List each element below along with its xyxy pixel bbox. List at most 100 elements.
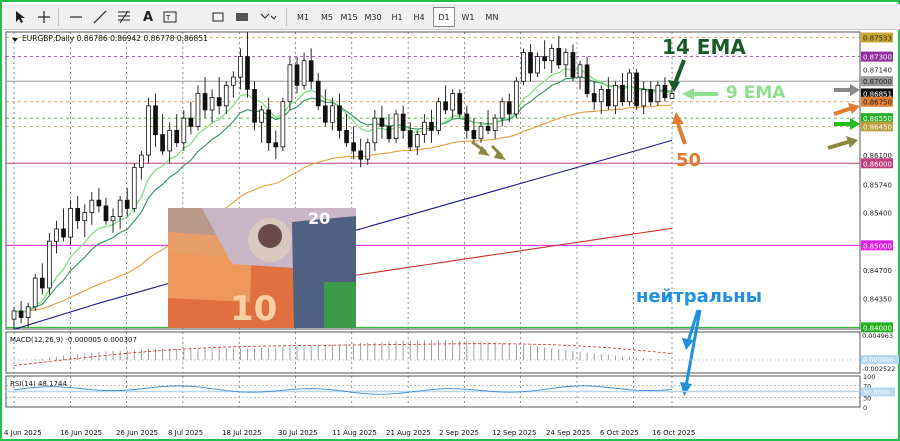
candle-body bbox=[598, 89, 604, 103]
candle-body bbox=[542, 56, 547, 62]
candle-body bbox=[669, 93, 675, 99]
rsi-axis-label: 30 bbox=[863, 395, 871, 403]
candle-body bbox=[96, 199, 102, 207]
candle-body bbox=[146, 105, 151, 156]
candle-body bbox=[634, 72, 639, 107]
date-label: 8 Jul 2025 bbox=[168, 429, 203, 437]
candle-body bbox=[131, 166, 137, 209]
candle-body bbox=[344, 130, 349, 144]
candle-body bbox=[54, 228, 59, 242]
chart-window: A T M1 M5 M15 M30 H1 H4 D1 W1 MN 10 20 EURGBP,Dail… bbox=[0, 0, 900, 441]
candle-body bbox=[528, 52, 533, 74]
price-label: 0.84700 bbox=[863, 267, 892, 275]
candle-body bbox=[620, 84, 625, 103]
candle-body bbox=[605, 89, 611, 107]
macd-axis-label: 0.004963 bbox=[862, 332, 893, 340]
candle-body bbox=[365, 142, 371, 160]
candle-body bbox=[230, 76, 236, 86]
candle-body bbox=[613, 84, 618, 107]
date-label: 26 Jun 2025 bbox=[116, 429, 158, 437]
candle-body bbox=[280, 101, 286, 148]
candle-body bbox=[273, 142, 279, 148]
candle-body bbox=[450, 93, 456, 111]
date-label: 6 Oct 2025 bbox=[600, 429, 639, 437]
candle-body bbox=[577, 64, 583, 78]
candle-body bbox=[358, 150, 364, 160]
candle-body bbox=[584, 64, 590, 94]
candle-body bbox=[117, 199, 123, 217]
macd-axis-label: 0.000000 bbox=[863, 356, 894, 364]
candle-body bbox=[294, 64, 300, 86]
candle-body bbox=[216, 97, 222, 107]
candle-body bbox=[372, 117, 378, 144]
candle-body bbox=[301, 60, 307, 86]
candle-body bbox=[549, 48, 555, 62]
candle-body bbox=[627, 72, 632, 103]
candle-body bbox=[393, 113, 399, 140]
candle-body bbox=[39, 277, 45, 289]
candle-body bbox=[429, 121, 434, 131]
candle-body bbox=[464, 113, 470, 131]
candle-body bbox=[556, 48, 562, 66]
candle-body bbox=[648, 89, 654, 103]
candle-body bbox=[238, 56, 243, 78]
candle-body bbox=[407, 130, 413, 148]
candle-body bbox=[315, 80, 321, 107]
date-label: 18 Jul 2025 bbox=[222, 429, 262, 437]
candle-body bbox=[492, 117, 498, 131]
candle-body bbox=[308, 60, 314, 82]
date-label: 12 Sep 2025 bbox=[492, 429, 536, 437]
candle-body bbox=[337, 105, 342, 131]
macd-axis-label: -0.002522 bbox=[862, 365, 895, 373]
euro-banknote bbox=[324, 282, 356, 328]
price-label: 0.84350 bbox=[863, 296, 892, 304]
candle-body bbox=[124, 199, 130, 209]
candle-body bbox=[89, 199, 95, 213]
candle-body bbox=[18, 310, 24, 318]
macd-label: MACD(12,26,9) -0.000005 0.000307 bbox=[10, 336, 137, 344]
candle-body bbox=[436, 101, 441, 131]
candle-body bbox=[181, 117, 187, 144]
candle-body bbox=[499, 101, 505, 119]
candle-body bbox=[351, 142, 356, 152]
candle-body bbox=[422, 121, 427, 135]
candle-body bbox=[563, 52, 569, 66]
candle-body bbox=[414, 134, 420, 148]
candle-body bbox=[75, 207, 81, 222]
candle-body bbox=[202, 93, 208, 111]
ema14-annotation: 14 EMA bbox=[662, 35, 746, 59]
candle-body bbox=[662, 84, 668, 99]
candle-body bbox=[195, 93, 201, 127]
candle-body bbox=[209, 97, 215, 111]
chart-area: 10 20 EURGBP,Daily 0.86786 0.86942 0.86778… bbox=[4, 31, 899, 437]
candle-body bbox=[103, 205, 109, 222]
candle-body bbox=[443, 101, 448, 111]
price-label: 0.85740 bbox=[863, 182, 892, 190]
price-label: 0.87000 bbox=[863, 78, 892, 86]
candle-body bbox=[457, 93, 463, 115]
candle-body bbox=[330, 105, 335, 123]
candle-body bbox=[32, 277, 38, 308]
ema9-annotation: 9 EMA bbox=[726, 83, 786, 103]
candle-body bbox=[223, 84, 229, 107]
candle-body bbox=[655, 84, 661, 103]
candle-body bbox=[82, 212, 88, 222]
candle-body bbox=[259, 109, 264, 123]
candle-body bbox=[506, 101, 512, 115]
banknote-numeral: 20 bbox=[308, 209, 330, 228]
candle-body bbox=[535, 56, 540, 74]
candle-body bbox=[167, 130, 173, 152]
price-label: 0.86000 bbox=[863, 160, 892, 168]
date-label: 30 Jul 2025 bbox=[278, 429, 318, 437]
candle-body bbox=[25, 306, 31, 318]
rsi-axis-label: 100 bbox=[863, 373, 875, 381]
neutral-annotation: нейтральны bbox=[636, 286, 762, 307]
date-label: 2 Sep 2025 bbox=[439, 429, 479, 437]
currency-photo: 10 20 bbox=[168, 208, 356, 329]
price-label: 0.85000 bbox=[863, 242, 892, 250]
candle-body bbox=[266, 109, 272, 144]
queen-portrait bbox=[258, 224, 282, 248]
candle-body bbox=[61, 228, 66, 238]
date-label: 21 Aug 2025 bbox=[386, 429, 431, 437]
candle-body bbox=[471, 130, 477, 140]
